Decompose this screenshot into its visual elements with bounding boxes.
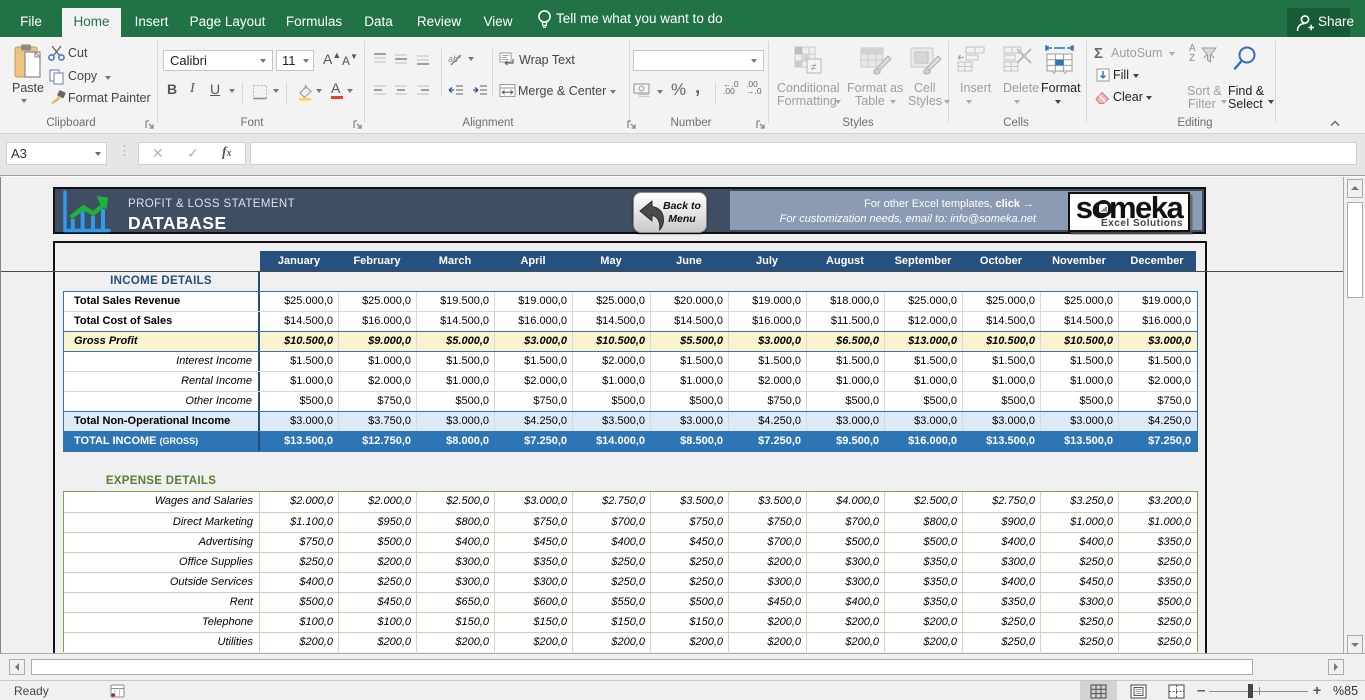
svg-text:≠: ≠ [811, 62, 817, 74]
